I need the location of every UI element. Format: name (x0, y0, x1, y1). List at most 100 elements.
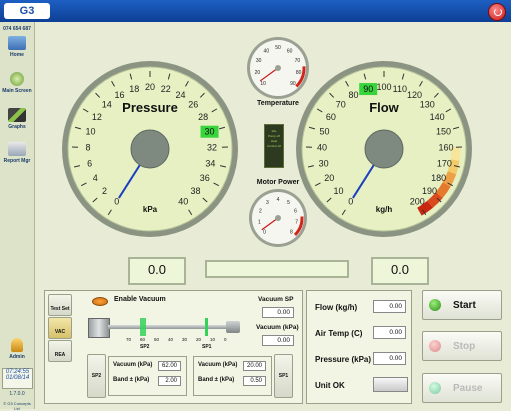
scale-tick: 40 (168, 337, 173, 342)
date-text: 01/08/14 (3, 375, 32, 381)
gauge-tick-label: 3 (266, 200, 269, 206)
gauge-tick-label: 120 (407, 90, 422, 100)
gauge-tick-label: 140 (430, 112, 445, 122)
sp1-marker[interactable] (205, 318, 208, 336)
gauge-tick-label: 20 (145, 82, 155, 92)
enable-vacuum-label: Enable Vacuum (114, 296, 166, 303)
pause-led-icon (429, 382, 441, 394)
gauge-tick-label: 70 (295, 58, 301, 64)
scale-tick: 60 (140, 337, 145, 342)
unit-ok-label: Unit OK (315, 381, 345, 390)
scale-tick: 0 (224, 337, 227, 342)
sp1-band-field[interactable]: 0.50 (243, 376, 266, 386)
gauge-tick-label: 38 (190, 186, 200, 196)
sp1-band-label: Band ± (kPa) (198, 377, 234, 383)
graphs-icon (8, 108, 26, 122)
sp2-vacuum-label: Vacuum (kPa) (113, 362, 152, 368)
sp2-band-field[interactable]: 2.00 (158, 376, 181, 386)
unit-ok-indicator (373, 377, 408, 392)
air-temp-field: 0.00 (373, 326, 406, 339)
close-icon[interactable] (488, 3, 506, 21)
gauge-tick-label: 40 (178, 196, 188, 206)
gauge-tick-label: 4 (93, 173, 98, 183)
tab-rea[interactable]: REA (48, 340, 72, 362)
sp2-marker-label: SP2 (140, 344, 149, 350)
vacuum-sp-label: Vacuum SP (258, 296, 293, 303)
sidebar-item-report-mgr[interactable]: Report Mgr (0, 142, 34, 164)
scale-tick: 70 (126, 337, 131, 342)
copyright-text: © G3 Concepts Ltd (0, 401, 34, 411)
stop-led-icon (429, 340, 441, 352)
sidebar-item-main-screen[interactable]: Main Screen (0, 72, 34, 94)
warning-band (447, 173, 452, 185)
sp1-vacuum-field[interactable]: 20.00 (243, 361, 266, 371)
gauge-tick-label: 100 (376, 82, 391, 92)
gauge-hub (365, 130, 403, 168)
temperature-gauge: 102030405060708090Temperature (247, 37, 309, 107)
gauge-tick-label: 0 (114, 196, 119, 206)
gauge-tick-label: 32 (207, 142, 217, 152)
sp2-vacuum-field[interactable]: 62.00 (158, 361, 181, 371)
gauge-tick-label: 6 (294, 209, 297, 215)
gauge-tick-label: 50 (319, 127, 329, 137)
pressure-gauge: 024681012141618202224262830323436384030P… (62, 61, 238, 237)
gauge-tick-label: 190 (422, 186, 437, 196)
start-button[interactable]: Start (422, 290, 502, 320)
sp2-button[interactable]: SP2 (87, 354, 106, 398)
vacuum-kpa-field: 0.00 (262, 335, 294, 346)
gauge-tick-label: 130 (420, 100, 435, 110)
gauge-tick-label: 90 (290, 81, 296, 87)
flow-label: Flow (kg/h) (315, 303, 357, 312)
gauge-tick-label: 50 (275, 45, 281, 51)
gauge-tick-label: 60 (326, 112, 336, 122)
pressure-field: 0.00 (373, 352, 406, 365)
tab-test-set[interactable]: Test Set (48, 294, 72, 316)
sidebar-item-home[interactable]: Home (0, 36, 34, 58)
pressure-readout: 0.0 (128, 257, 186, 285)
sp1-marker-label: SP1 (202, 344, 211, 350)
gauge-tick-label: 12 (92, 112, 102, 122)
tab-vac[interactable]: VAC (48, 317, 72, 339)
gauge-tick-label: 24 (176, 90, 186, 100)
gauge-unit: kPa (143, 205, 158, 214)
gauge-tick-label: 5 (287, 200, 290, 206)
vacuum-slider[interactable] (88, 318, 240, 336)
report-icon (8, 142, 26, 156)
gauge-tick-label: 10 (85, 127, 95, 137)
home-icon (8, 36, 26, 50)
gauge-tick-label: 200 (410, 196, 425, 206)
gauge-title: Temperature (257, 100, 299, 107)
scale-tick: 10 (210, 337, 215, 342)
sidebar-item-label: Main Screen (0, 88, 34, 94)
sidebar-item-admin[interactable]: Admin (0, 338, 34, 360)
gauge-tick-label: 8 (290, 229, 293, 235)
gauge-tick-label: 0 (348, 196, 353, 206)
stop-button[interactable]: Stop (422, 331, 502, 361)
vacuum-rod (108, 325, 226, 329)
pause-button[interactable]: Pause (422, 373, 502, 403)
gauge-tick-label: 10 (334, 186, 344, 196)
sp2-marker[interactable] (140, 318, 146, 336)
vacuum-scale: 70 60 50 40 30 20 10 0 (126, 337, 241, 343)
logo-text: G3 (20, 5, 35, 17)
status-line: Control off (265, 144, 283, 149)
gauge-tick-label: 2 (102, 186, 107, 196)
gauge-tick-label: 18 (129, 84, 139, 94)
sidebar-item-graphs[interactable]: Graphs (0, 108, 34, 130)
warning-band (452, 160, 455, 173)
gauge-tick-label: 8 (86, 142, 91, 152)
enable-vacuum-toggle[interactable] (92, 297, 108, 306)
gauge-tick-label: 22 (161, 84, 171, 94)
version-text: 1.7.0.0 (0, 391, 34, 397)
sidebar-item-label: Graphs (0, 124, 34, 130)
gauge-tick-label: 4 (277, 197, 280, 203)
gauge-tick-label: 170 (437, 158, 452, 168)
gauge-tick-label: 1 (258, 220, 261, 226)
sidebar-item-label: Admin (0, 354, 34, 360)
vacuum-cylinder-icon (88, 318, 110, 338)
gauge-tick-label: 40 (317, 142, 327, 152)
gauge-title: Motor Power (257, 179, 300, 186)
sp1-button[interactable]: SP1 (274, 354, 293, 398)
gauge-tick-label: 40 (264, 49, 270, 55)
flow-readout: 0.0 (371, 257, 429, 285)
